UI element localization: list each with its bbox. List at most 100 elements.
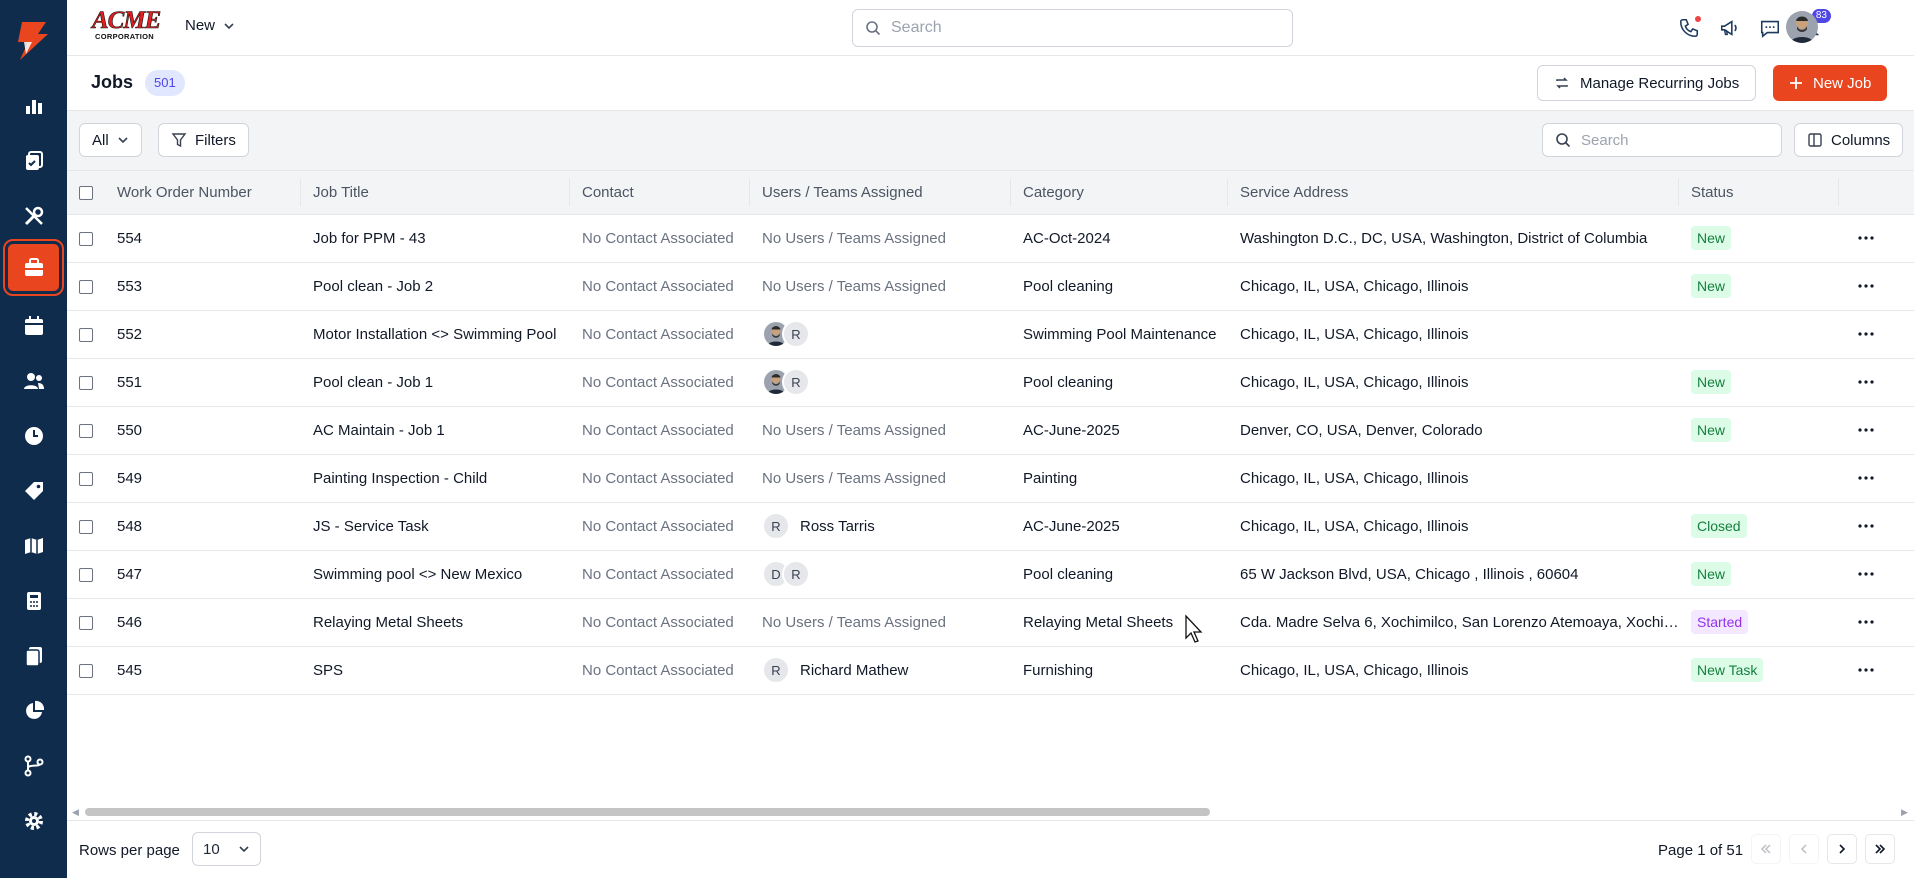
cell-work-order[interactable]: 553	[105, 262, 301, 311]
header-work-order[interactable]: Work Order Number	[105, 171, 301, 215]
header-status[interactable]: Status	[1679, 171, 1839, 215]
prev-page-button[interactable]	[1789, 834, 1819, 864]
row-checkbox[interactable]	[79, 567, 93, 582]
cell-job-title[interactable]: AC Maintain - Job 1	[301, 406, 570, 455]
cell-work-order[interactable]: 546	[105, 598, 301, 647]
row-checkbox[interactable]	[79, 471, 93, 486]
table-search[interactable]	[1542, 123, 1782, 157]
row-actions-button[interactable]	[1851, 271, 1881, 301]
cell-work-order[interactable]: 549	[105, 454, 301, 503]
cell-work-order[interactable]: 548	[105, 502, 301, 551]
rows-per-page-select[interactable]: 10	[192, 832, 261, 866]
row-actions-button[interactable]	[1851, 319, 1881, 349]
global-search-input[interactable]	[891, 19, 1271, 37]
nav-map[interactable]	[8, 522, 59, 569]
columns-button[interactable]: Columns	[1794, 123, 1904, 157]
table-row[interactable]: 550 AC Maintain - Job 1 No Contact Associa…	[67, 406, 1914, 455]
cell-job-title[interactable]: Painting Inspection - Child	[301, 454, 570, 503]
assignee-avatar[interactable]: R	[782, 368, 810, 396]
nav-dashboard[interactable]	[8, 82, 59, 129]
table-row[interactable]: 549 Painting Inspection - Child No Contact…	[67, 454, 1914, 503]
row-checkbox[interactable]	[79, 423, 93, 438]
nav-jobs-board[interactable]	[8, 137, 59, 184]
table-row[interactable]: 546 Relaying Metal Sheets No Contact Assoc…	[67, 598, 1914, 647]
cell-job-title[interactable]: SPS	[301, 646, 570, 695]
cell-work-order[interactable]: 551	[105, 358, 301, 407]
assignee-name[interactable]: Richard Mathew	[800, 662, 908, 679]
new-job-button[interactable]: New Job	[1773, 65, 1888, 101]
global-search[interactable]	[852, 9, 1293, 47]
cell-job-title[interactable]: Job for PPM - 43	[301, 214, 570, 263]
header-service-address[interactable]: Service Address	[1228, 171, 1679, 215]
nav-reports[interactable]	[8, 687, 59, 734]
table-search-input[interactable]	[1581, 131, 1771, 149]
row-checkbox[interactable]	[79, 279, 93, 294]
assignee-name[interactable]: Ross Tarris	[800, 518, 875, 535]
table-row[interactable]: 548 JS - Service Task No Contact Associate…	[67, 502, 1914, 551]
row-actions-button[interactable]	[1851, 367, 1881, 397]
table-row[interactable]: 552 Motor Installation <> Swimming Pool No…	[67, 310, 1914, 359]
table-row[interactable]: 545 SPS No Contact Associated R Richard Math…	[67, 646, 1914, 695]
assignee-avatar[interactable]: R	[782, 320, 810, 348]
row-checkbox[interactable]	[79, 519, 93, 534]
cell-job-title[interactable]: JS - Service Task	[301, 502, 570, 551]
header-assigned[interactable]: Users / Teams Assigned	[750, 171, 1011, 215]
row-checkbox[interactable]	[79, 231, 93, 246]
nav-jobs[interactable]	[3, 239, 64, 296]
last-page-button[interactable]	[1865, 834, 1895, 864]
cell-job-title[interactable]: Relaying Metal Sheets	[301, 598, 570, 647]
nav-estimates[interactable]	[8, 577, 59, 624]
nav-calendar[interactable]	[8, 302, 59, 349]
announcements-button[interactable]	[1717, 15, 1743, 41]
header-contact[interactable]: Contact	[570, 171, 750, 215]
app-logo-icon[interactable]	[10, 18, 54, 62]
row-actions-button[interactable]	[1851, 511, 1881, 541]
row-actions-button[interactable]	[1851, 559, 1881, 589]
status-filter-dropdown[interactable]: All	[79, 123, 142, 157]
nav-pricing[interactable]	[8, 467, 59, 514]
row-actions-button[interactable]	[1851, 463, 1881, 493]
cell-job-title[interactable]: Pool clean - Job 1	[301, 358, 570, 407]
phone-button[interactable]	[1676, 15, 1702, 41]
horizontal-scrollbar[interactable]: ◀ ▶	[67, 805, 1914, 819]
cell-job-title[interactable]: Motor Installation <> Swimming Pool	[301, 310, 570, 359]
assignee-avatar[interactable]: R	[762, 656, 790, 684]
row-checkbox[interactable]	[79, 375, 93, 390]
row-actions-button[interactable]	[1851, 655, 1881, 685]
assignee-avatar[interactable]: R	[782, 560, 810, 588]
row-checkbox[interactable]	[79, 327, 93, 342]
row-actions-button[interactable]	[1851, 223, 1881, 253]
row-checkbox[interactable]	[79, 663, 93, 678]
cell-job-title[interactable]: Pool clean - Job 2	[301, 262, 570, 311]
nav-documents[interactable]	[8, 632, 59, 679]
scroll-right-arrow[interactable]: ▶	[1901, 807, 1908, 818]
table-row[interactable]: 554 Job for PPM - 43 No Contact Associated…	[67, 214, 1914, 263]
next-page-button[interactable]	[1827, 834, 1857, 864]
table-row[interactable]: 551 Pool clean - Job 1 No Contact Associat…	[67, 358, 1914, 407]
manage-recurring-jobs-button[interactable]: Manage Recurring Jobs	[1537, 65, 1757, 101]
scrollbar-thumb[interactable]	[85, 808, 1210, 816]
messages-button[interactable]	[1757, 15, 1783, 41]
table-row[interactable]: 547 Swimming pool <> New Mexico No Contact…	[67, 550, 1914, 599]
header-job-title[interactable]: Job Title	[301, 171, 570, 215]
row-checkbox[interactable]	[79, 615, 93, 630]
cell-work-order[interactable]: 552	[105, 310, 301, 359]
cell-work-order[interactable]: 550	[105, 406, 301, 455]
nav-users[interactable]	[8, 357, 59, 404]
cell-work-order[interactable]: 547	[105, 550, 301, 599]
nav-settings[interactable]	[8, 797, 59, 844]
table-row[interactable]: 553 Pool clean - Job 2 No Contact Associat…	[67, 262, 1914, 311]
nav-timesheet[interactable]	[8, 412, 59, 459]
nav-workflows[interactable]	[8, 742, 59, 789]
filters-button[interactable]: Filters	[158, 123, 249, 157]
nav-tools[interactable]	[8, 192, 59, 239]
new-menu-button[interactable]: New	[185, 17, 235, 34]
cell-job-title[interactable]: Swimming pool <> New Mexico	[301, 550, 570, 599]
user-avatar[interactable]	[1786, 11, 1818, 43]
brand-logo[interactable]: ACME CORPORATION	[92, 8, 164, 42]
header-category[interactable]: Category	[1011, 171, 1228, 215]
cell-work-order[interactable]: 554	[105, 214, 301, 263]
select-all-checkbox[interactable]	[79, 185, 93, 200]
assignee-avatar[interactable]: R	[762, 512, 790, 540]
cell-work-order[interactable]: 545	[105, 646, 301, 695]
